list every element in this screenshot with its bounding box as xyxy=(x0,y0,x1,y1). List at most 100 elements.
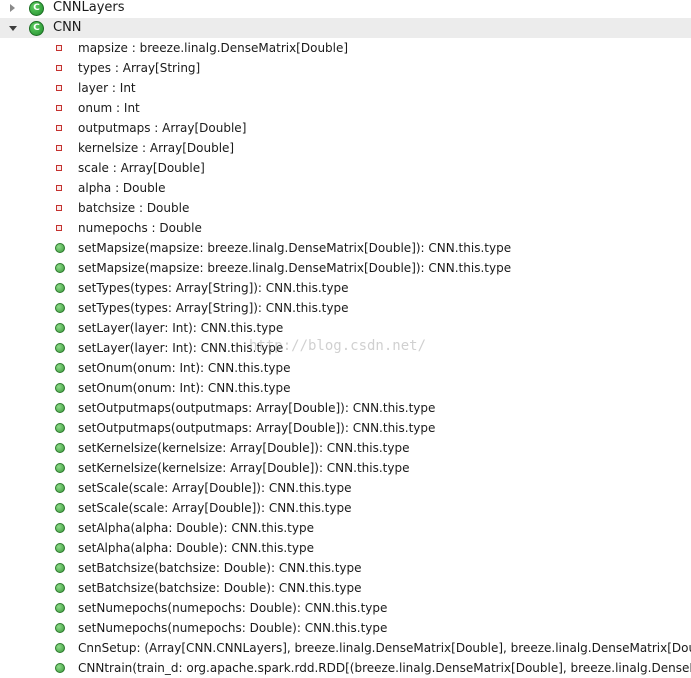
public-method-icon xyxy=(55,263,65,273)
method-label: setBatchsize(batchsize: Double): CNN.thi… xyxy=(78,561,362,575)
private-field-icon xyxy=(56,145,62,151)
tree-method-row[interactable]: setNumepochs(numepochs: Double): CNN.thi… xyxy=(0,598,691,618)
tree-field-row[interactable]: scale : Array[Double] xyxy=(0,158,691,178)
private-field-icon xyxy=(56,185,62,191)
public-method-icon xyxy=(55,363,65,373)
tree-method-row[interactable]: setOnum(onum: Int): CNN.this.type xyxy=(0,378,691,398)
method-label: setOutputmaps(outputmaps: Array[Double])… xyxy=(78,401,436,415)
public-method-icon xyxy=(55,643,65,653)
public-method-icon xyxy=(55,563,65,573)
public-method-icon xyxy=(55,423,65,433)
method-label: setTypes(types: Array[String]): CNN.this… xyxy=(78,301,349,315)
field-label: types : Array[String] xyxy=(78,61,201,75)
tree-field-row[interactable]: onum : Int xyxy=(0,98,691,118)
tree-class-row[interactable]: C CNNLayers xyxy=(0,0,691,18)
tree-method-row[interactable]: setScale(scale: Array[Double]): CNN.this… xyxy=(0,498,691,518)
private-field-icon xyxy=(56,205,62,211)
method-label: setNumepochs(numepochs: Double): CNN.thi… xyxy=(78,621,388,635)
tree-field-row[interactable]: alpha : Double xyxy=(0,178,691,198)
tree-method-row[interactable]: setAlpha(alpha: Double): CNN.this.type xyxy=(0,538,691,558)
tree-method-row[interactable]: setOutputmaps(outputmaps: Array[Double])… xyxy=(0,418,691,438)
class-icon: C xyxy=(29,1,44,16)
tree-method-row[interactable]: setOutputmaps(outputmaps: Array[Double])… xyxy=(0,398,691,418)
class-icon: C xyxy=(29,21,44,36)
tree-method-row[interactable]: setAlpha(alpha: Double): CNN.this.type xyxy=(0,518,691,538)
tree-method-row[interactable]: setMapsize(mapsize: breeze.linalg.DenseM… xyxy=(0,258,691,278)
method-label: setMapsize(mapsize: breeze.linalg.DenseM… xyxy=(78,261,512,275)
public-method-icon xyxy=(55,663,65,673)
method-label: setScale(scale: Array[Double]): CNN.this… xyxy=(78,481,352,495)
field-label: alpha : Double xyxy=(78,181,166,195)
tree-method-row[interactable]: setTypes(types: Array[String]): CNN.this… xyxy=(0,278,691,298)
tree-field-row[interactable]: mapsize : breeze.linalg.DenseMatrix[Doub… xyxy=(0,38,691,58)
method-label: setLayer(layer: Int): CNN.this.type xyxy=(78,321,284,335)
tree-field-row[interactable]: layer : Int xyxy=(0,78,691,98)
tree-field-row[interactable]: types : Array[String] xyxy=(0,58,691,78)
tree-method-row[interactable]: setBatchsize(batchsize: Double): CNN.thi… xyxy=(0,558,691,578)
public-method-icon xyxy=(55,443,65,453)
tree-class-row[interactable]: C CNN xyxy=(0,18,691,38)
public-method-icon xyxy=(55,603,65,613)
public-method-icon xyxy=(55,463,65,473)
tree-field-row[interactable]: kernelsize : Array[Double] xyxy=(0,138,691,158)
method-label: setOnum(onum: Int): CNN.this.type xyxy=(78,361,291,375)
collapse-arrow-icon[interactable] xyxy=(6,18,20,38)
private-field-icon xyxy=(56,125,62,131)
class-label: CNNLayers xyxy=(53,0,125,15)
field-label: layer : Int xyxy=(78,81,136,95)
tree-method-row[interactable]: setMapsize(mapsize: breeze.linalg.DenseM… xyxy=(0,238,691,258)
field-label: numepochs : Double xyxy=(78,221,202,235)
method-label: setMapsize(mapsize: breeze.linalg.DenseM… xyxy=(78,241,512,255)
tree-method-row[interactable]: CNNtrain(train_d: org.apache.spark.rdd.R… xyxy=(0,658,691,678)
method-label: setOutputmaps(outputmaps: Array[Double])… xyxy=(78,421,436,435)
tree-field-row[interactable]: numepochs : Double xyxy=(0,218,691,238)
tree-method-row[interactable]: setBatchsize(batchsize: Double): CNN.thi… xyxy=(0,578,691,598)
method-label: setScale(scale: Array[Double]): CNN.this… xyxy=(78,501,352,515)
public-method-icon xyxy=(55,283,65,293)
method-label: setNumepochs(numepochs: Double): CNN.thi… xyxy=(78,601,388,615)
tree-method-row[interactable]: setOnum(onum: Int): CNN.this.type xyxy=(0,358,691,378)
method-label: CnnSetup: (Array[CNN.CNNLayers], breeze.… xyxy=(78,641,691,655)
public-method-icon xyxy=(55,483,65,493)
public-method-icon xyxy=(55,343,65,353)
field-label: onum : Int xyxy=(78,101,140,115)
tree-field-row[interactable]: batchsize : Double xyxy=(0,198,691,218)
public-method-icon xyxy=(55,383,65,393)
tree-method-row[interactable]: setKernelsize(kernelsize: Array[Double])… xyxy=(0,458,691,478)
public-method-icon xyxy=(55,323,65,333)
method-label: setKernelsize(kernelsize: Array[Double])… xyxy=(78,461,410,475)
tree-method-row[interactable]: setNumepochs(numepochs: Double): CNN.thi… xyxy=(0,618,691,638)
private-field-icon xyxy=(56,45,62,51)
public-method-icon xyxy=(55,243,65,253)
tree-method-row[interactable]: setScale(scale: Array[Double]): CNN.this… xyxy=(0,478,691,498)
expand-arrow-icon[interactable] xyxy=(6,0,20,18)
private-field-icon xyxy=(56,165,62,171)
method-label: setAlpha(alpha: Double): CNN.this.type xyxy=(78,521,314,535)
private-field-icon xyxy=(56,105,62,111)
private-field-icon xyxy=(56,85,62,91)
tree-method-row[interactable]: CnnSetup: (Array[CNN.CNNLayers], breeze.… xyxy=(0,638,691,658)
field-label: scale : Array[Double] xyxy=(78,161,205,175)
method-label: setKernelsize(kernelsize: Array[Double])… xyxy=(78,441,410,455)
public-method-icon xyxy=(55,523,65,533)
tree-field-row[interactable]: outputmaps : Array[Double] xyxy=(0,118,691,138)
public-method-icon xyxy=(55,543,65,553)
tree-method-row[interactable]: setLayer(layer: Int): CNN.this.type xyxy=(0,318,691,338)
field-label: batchsize : Double xyxy=(78,201,190,215)
tree-method-row[interactable]: setLayer(layer: Int): CNN.this.type xyxy=(0,338,691,358)
tree-method-row[interactable]: setKernelsize(kernelsize: Array[Double])… xyxy=(0,438,691,458)
public-method-icon xyxy=(55,503,65,513)
private-field-icon xyxy=(56,65,62,71)
public-method-icon xyxy=(55,623,65,633)
public-method-icon xyxy=(55,303,65,313)
field-label: outputmaps : Array[Double] xyxy=(78,121,247,135)
method-label: setBatchsize(batchsize: Double): CNN.thi… xyxy=(78,581,362,595)
tree-method-row[interactable]: setTypes(types: Array[String]): CNN.this… xyxy=(0,298,691,318)
public-method-icon xyxy=(55,403,65,413)
field-label: mapsize : breeze.linalg.DenseMatrix[Doub… xyxy=(78,41,349,55)
public-method-icon xyxy=(55,583,65,593)
field-label: kernelsize : Array[Double] xyxy=(78,141,235,155)
class-label: CNN xyxy=(53,20,82,35)
method-label: CNNtrain(train_d: org.apache.spark.rdd.R… xyxy=(78,661,691,675)
method-label: setTypes(types: Array[String]): CNN.this… xyxy=(78,281,349,295)
